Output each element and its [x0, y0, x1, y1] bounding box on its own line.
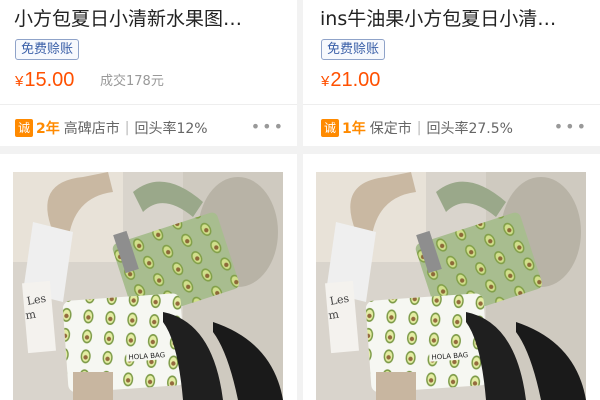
product-title[interactable]: ins牛油果小方包夏日小清… [320, 6, 590, 32]
price-value: 21.00 [330, 69, 381, 91]
product-title[interactable]: 小方包夏日小清新水果图… [14, 6, 284, 32]
price-value: 15.00 [24, 69, 75, 91]
product-card-3[interactable]: Les m HOLA BAG [0, 154, 297, 400]
product-image[interactable]: Les m HOLA BAG [13, 172, 283, 400]
shop-info[interactable]: 诚 1年 保定市 | 回头率27.5% [321, 117, 513, 139]
product-card-4[interactable]: Les m HOLA BAG [303, 154, 600, 400]
more-options-icon[interactable]: ••• [554, 118, 588, 136]
repurchase-rate: 回头率27.5% [426, 121, 513, 137]
currency-symbol: ¥ [321, 73, 330, 90]
shop-years: 1年 [342, 121, 366, 137]
divider [303, 104, 600, 105]
product-image[interactable]: Les m HOLA BAG [316, 172, 586, 400]
shop-info[interactable]: 诚 2年 高碑店市 | 回头率12% [15, 117, 208, 139]
trust-icon: 诚 [15, 119, 33, 137]
credit-badge: 免费赊账 [321, 39, 386, 60]
trust-icon: 诚 [321, 119, 339, 137]
shop-years: 2年 [36, 121, 60, 137]
product-price: ¥21.00 [321, 67, 380, 95]
sales-volume: 成交178元 [100, 74, 164, 89]
product-grid: 小方包夏日小清新水果图… 免费赊账 ¥15.00 成交178元 诚 2年 高碑店… [0, 0, 600, 400]
repurchase-rate: 回头率12% [134, 121, 208, 137]
currency-symbol: ¥ [15, 73, 24, 90]
more-options-icon[interactable]: ••• [251, 118, 285, 136]
shop-location: 高碑店市 [63, 121, 120, 137]
separator: | [416, 120, 422, 136]
divider [0, 104, 297, 105]
product-card-1[interactable]: 小方包夏日小清新水果图… 免费赊账 ¥15.00 成交178元 诚 2年 高碑店… [0, 0, 297, 146]
credit-badge: 免费赊账 [15, 39, 80, 60]
product-price: ¥15.00 [15, 67, 74, 95]
shop-location: 保定市 [369, 121, 412, 137]
separator: | [124, 120, 130, 136]
product-card-2[interactable]: ins牛油果小方包夏日小清… 免费赊账 ¥21.00 诚 1年 保定市 | 回头… [303, 0, 600, 146]
